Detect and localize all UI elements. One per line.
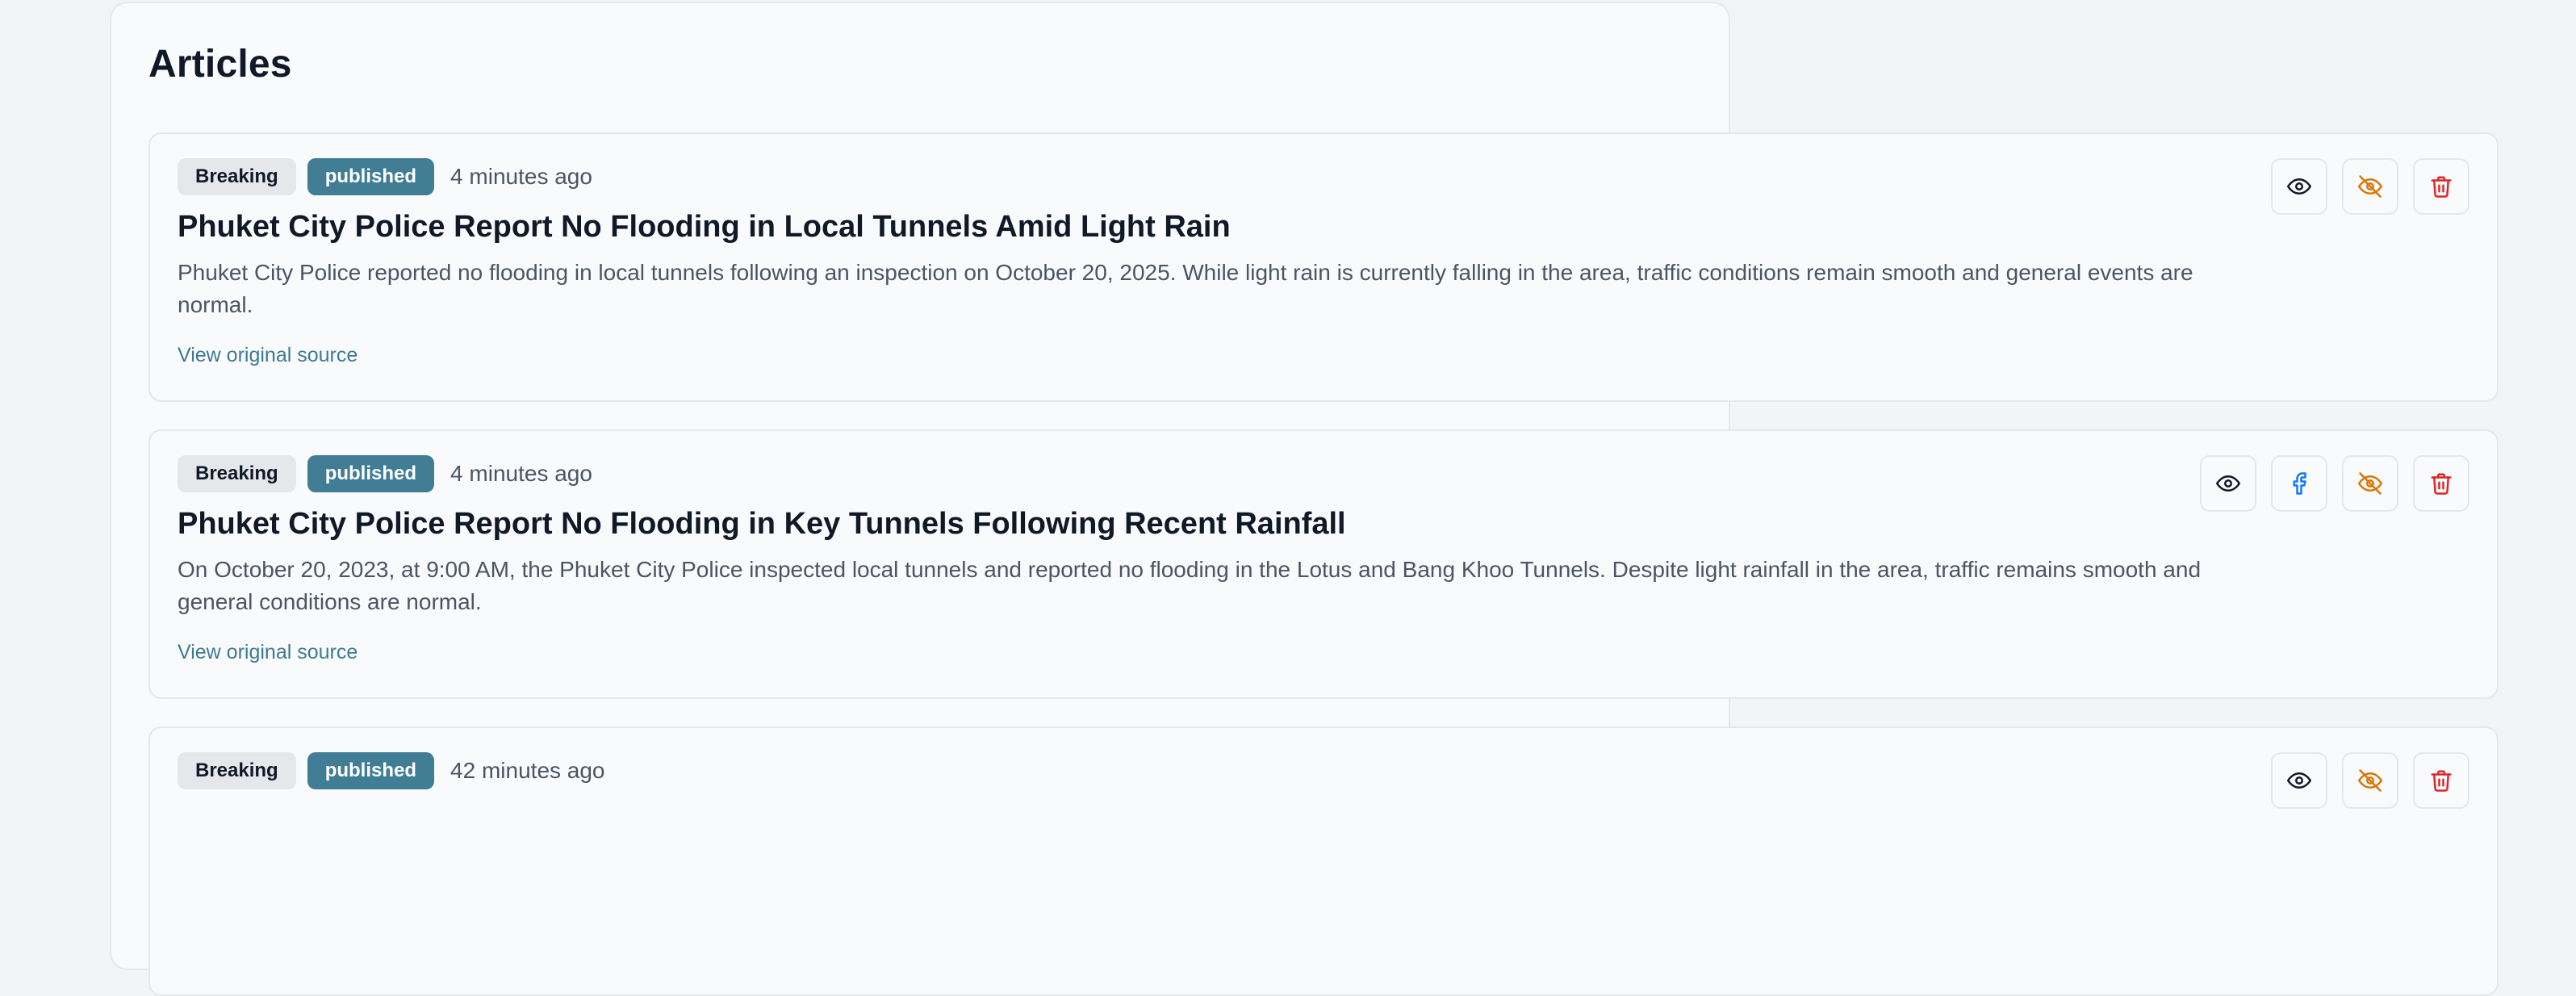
eye-icon <box>2287 178 2311 195</box>
status-badge: published <box>307 752 435 789</box>
hide-button[interactable] <box>2342 455 2398 512</box>
delete-button[interactable] <box>2413 158 2469 215</box>
trash-icon <box>2431 473 2452 495</box>
category-badge: Breaking <box>178 455 296 492</box>
eye-icon <box>2287 772 2311 789</box>
article-summary: Phuket City Police reported no flooding … <box>178 260 2193 317</box>
eye-off-icon <box>2358 769 2382 792</box>
article-card: Breaking published 4 minutes ago Phuket … <box>148 429 2499 699</box>
status-badge: published <box>307 455 435 492</box>
category-badge: Breaking <box>178 752 296 789</box>
category-badge: Breaking <box>178 158 296 195</box>
view-source-link[interactable]: View original source <box>178 344 358 367</box>
share-facebook-button[interactable] <box>2271 455 2327 512</box>
delete-button[interactable] <box>2413 752 2469 809</box>
status-badge: published <box>307 158 435 195</box>
page-title: Articles <box>148 43 292 86</box>
timestamp: 4 minutes ago <box>450 164 592 189</box>
delete-button[interactable] <box>2413 455 2469 512</box>
timestamp: 42 minutes ago <box>450 758 605 783</box>
preview-button[interactable] <box>2271 752 2327 809</box>
preview-button[interactable] <box>2200 455 2256 512</box>
trash-icon <box>2431 176 2452 198</box>
view-source-link[interactable]: View original source <box>178 641 358 664</box>
hide-button[interactable] <box>2342 158 2398 215</box>
article-card: Breaking published 4 minutes ago Phuket … <box>148 132 2499 402</box>
eye-off-icon <box>2358 472 2382 495</box>
timestamp: 4 minutes ago <box>450 461 592 486</box>
eye-icon <box>2216 475 2240 492</box>
article-title: Phuket City Police Report No Flooding in… <box>178 210 1231 244</box>
article-summary: On October 20, 2023, at 9:00 AM, the Phu… <box>178 557 2202 614</box>
article-card: Breaking published 42 minutes ago <box>148 726 2499 996</box>
eye-off-icon <box>2358 175 2382 198</box>
preview-button[interactable] <box>2271 158 2327 215</box>
facebook-icon <box>2293 472 2306 495</box>
hide-button[interactable] <box>2342 752 2398 809</box>
trash-icon <box>2431 770 2452 792</box>
article-title: Phuket City Police Report No Flooding in… <box>178 507 1346 541</box>
